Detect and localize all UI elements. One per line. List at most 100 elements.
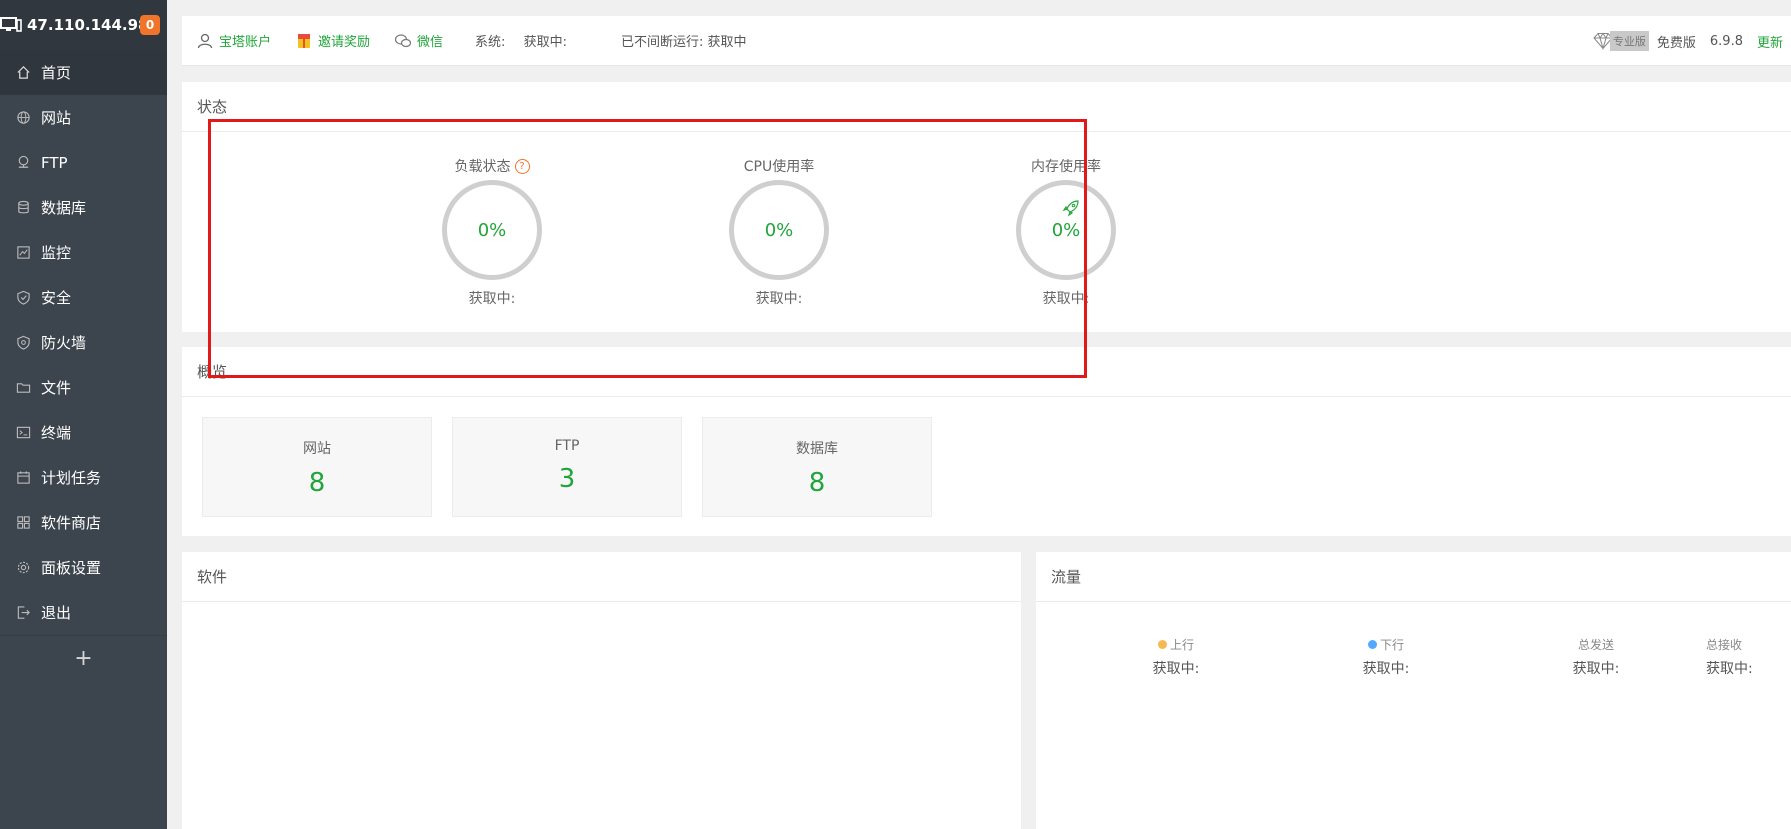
sidebar-item-cron[interactable]: 计划任务: [0, 455, 167, 500]
edition-label: 免费版: [1656, 35, 1696, 51]
sidebar-item-label: 计划任务: [41, 469, 102, 487]
cpu-gauge: CPU使用率 0% 获取中:: [719, 156, 839, 308]
sidebar-item-label: 文件: [41, 379, 72, 397]
traffic-panel: 流量 上行 获取中: 下行 获取中: 总发送 获取中: 总接收 获取中:: [1036, 552, 1791, 829]
traffic-download: 下行 获取中:: [1326, 636, 1446, 678]
sidebar-item-security[interactable]: 安全: [0, 275, 167, 320]
sidebar-item-label: 防火墙: [41, 334, 87, 352]
gear-icon: [15, 560, 31, 576]
globe-icon: [15, 110, 31, 126]
load-value: 0%: [477, 219, 507, 241]
sidebar-item-label: 面板设置: [41, 559, 102, 577]
sidebar-item-ftp[interactable]: FTP: [0, 140, 167, 185]
overview-card-label: 数据库: [796, 441, 838, 457]
wechat-label: 微信: [417, 35, 444, 50]
user-icon: [196, 32, 214, 50]
cpu-gauge-title: CPU使用率: [743, 159, 815, 175]
system-info: 系统: 获取中:: [475, 31, 581, 50]
help-icon[interactable]: ?: [514, 158, 530, 174]
overview-card-database[interactable]: 数据库 8: [702, 417, 932, 517]
rocket-icon[interactable]: [1062, 199, 1080, 217]
total-sent-label: 总发送: [1577, 637, 1614, 652]
memory-gauge: 内存使用率 0% 获取中:: [1006, 156, 1126, 308]
total-received-label: 总接收: [1706, 637, 1743, 652]
terminal-icon: [15, 425, 31, 441]
logout-icon: [15, 605, 31, 621]
gift-icon: [295, 32, 313, 50]
message-badge[interactable]: 0: [140, 15, 160, 35]
wechat-link[interactable]: 微信: [394, 31, 443, 50]
overview-card-count: 3: [558, 464, 576, 494]
wechat-icon: [394, 32, 412, 50]
load-ring[interactable]: 0%: [442, 180, 542, 280]
pro-edition-button[interactable]: 专业版: [1592, 31, 1649, 51]
cpu-sub: 获取中:: [755, 291, 803, 307]
sidebar-item-label: 网站: [41, 109, 72, 127]
add-shortcut-button[interactable]: +: [0, 635, 167, 680]
memory-ring[interactable]: 0%: [1016, 180, 1116, 280]
update-link[interactable]: 更新: [1757, 32, 1783, 51]
version-number: 6.9.8: [1709, 33, 1743, 49]
sidebar-item-monitor[interactable]: 监控: [0, 230, 167, 275]
sidebar-item-database[interactable]: 数据库: [0, 185, 167, 230]
sidebar-item-label: 软件商店: [41, 514, 102, 532]
load-gauge: 负载状态 ? 0% 获取中:: [432, 156, 552, 308]
apps-icon: [15, 515, 31, 531]
overview-card-ftp[interactable]: FTP 3: [452, 417, 682, 517]
sidebar-item-logout[interactable]: 退出: [0, 590, 167, 635]
load-sub: 获取中:: [468, 291, 516, 307]
download-value: 获取中:: [1362, 661, 1410, 677]
database-icon: [15, 200, 31, 216]
sidebar-item-label: 数据库: [41, 199, 87, 217]
sidebar: 47.110.144.98 0 首页 网站 FTP 数据库 监控 安全 防火墙 …: [0, 0, 167, 829]
upload-value: 获取中:: [1152, 661, 1200, 677]
server-ip: 47.110.144.98: [27, 16, 149, 34]
overview-title: 概览: [182, 347, 1791, 397]
total-sent-value: 获取中:: [1572, 661, 1620, 677]
sidebar-item-firewall[interactable]: 防火墙: [0, 320, 167, 365]
version-area: 专业版 免费版 6.9.8 更新: [1592, 16, 1791, 66]
memory-value: 0%: [1051, 219, 1081, 241]
uptime-info: 已不间断运行: 获取中: [620, 35, 747, 50]
upload-label: 上行: [1169, 637, 1194, 652]
overview-card-label: 网站: [303, 441, 331, 457]
pro-tag: 专业版: [1609, 31, 1649, 51]
upload-dot: [1157, 639, 1167, 649]
sidebar-item-label: 退出: [41, 604, 72, 622]
overview-card-label: FTP: [554, 438, 580, 454]
traffic-upload: 上行 获取中:: [1116, 636, 1236, 678]
sidebar-item-settings[interactable]: 面板设置: [0, 545, 167, 590]
software-title: 软件: [182, 552, 1021, 602]
account-label: 宝塔账户: [219, 35, 272, 50]
sidebar-item-store[interactable]: 软件商店: [0, 500, 167, 545]
overview-card-website[interactable]: 网站 8: [202, 417, 432, 517]
sidebar-item-website[interactable]: 网站: [0, 95, 167, 140]
download-label: 下行: [1379, 637, 1404, 652]
overview-card-count: 8: [808, 468, 826, 498]
traffic-total-sent: 总发送 获取中:: [1536, 636, 1656, 678]
firewall-icon: [15, 335, 31, 351]
sidebar-item-label: 安全: [41, 289, 72, 307]
sidebar-item-label: 监控: [41, 244, 72, 262]
overview-panel: 概览 网站 8 FTP 3 数据库 8: [182, 347, 1791, 536]
sidebar-header: 47.110.144.98 0: [0, 0, 167, 50]
software-panel: 软件: [182, 552, 1021, 829]
shield-icon: [15, 290, 31, 306]
sidebar-item-label: FTP: [41, 153, 68, 172]
sidebar-item-files[interactable]: 文件: [0, 365, 167, 410]
cpu-ring[interactable]: 0%: [729, 180, 829, 280]
folder-icon: [15, 380, 31, 396]
sidebar-item-home[interactable]: 首页: [0, 50, 167, 95]
download-dot: [1367, 639, 1377, 649]
memory-gauge-title: 内存使用率: [1031, 159, 1101, 175]
account-link[interactable]: 宝塔账户: [196, 31, 271, 50]
total-received-value: 获取中:: [1706, 661, 1753, 677]
sidebar-item-terminal[interactable]: 终端: [0, 410, 167, 455]
sidebar-menu: 首页 网站 FTP 数据库 监控 安全 防火墙 文件 终端 计划任务 软件商店 …: [0, 50, 167, 635]
status-panel: 状态 负载状态 ? 0% 获取中: CPU使用率 0% 获取中: 内存使用率 0…: [182, 82, 1791, 332]
invite-link[interactable]: 邀请奖励: [295, 31, 370, 50]
traffic-total-received: 总接收 获取中:: [1706, 636, 1791, 678]
sidebar-item-label: 终端: [41, 424, 72, 442]
ftp-icon: [15, 155, 31, 171]
monitor-icon: [0, 17, 22, 32]
